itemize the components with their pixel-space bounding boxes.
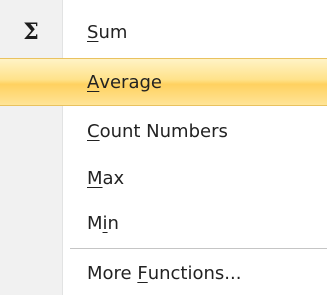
menu-item-count-numbers[interactable]: Count Numbers — [0, 107, 327, 155]
menu-item-label: Max — [87, 167, 125, 189]
menu-item-average[interactable]: Average — [0, 58, 327, 106]
autosum-dropdown-menu: Σ Sum Average Count Numbers Max Min More… — [0, 0, 327, 295]
menu-item-more-functions[interactable]: More Functions... — [0, 249, 327, 297]
mnemonic-char: C — [87, 120, 100, 142]
mnemonic-char: M — [87, 167, 103, 189]
menu-item-label: More Functions... — [87, 262, 242, 284]
menu-item-label: Min — [87, 212, 119, 234]
mnemonic-char: A — [87, 71, 100, 93]
mnemonic-char: i — [102, 212, 108, 234]
menu-item-sum[interactable]: Σ Sum — [0, 8, 327, 56]
sigma-icon: Σ — [23, 19, 39, 45]
menu-item-max[interactable]: Max — [0, 154, 327, 202]
mnemonic-char: F — [137, 262, 148, 284]
menu-item-label: Count Numbers — [87, 120, 228, 142]
menu-item-label: Average — [87, 71, 162, 93]
menu-item-label: Sum — [87, 21, 128, 43]
menu-item-min[interactable]: Min — [0, 199, 327, 247]
mnemonic-char: S — [87, 21, 99, 43]
